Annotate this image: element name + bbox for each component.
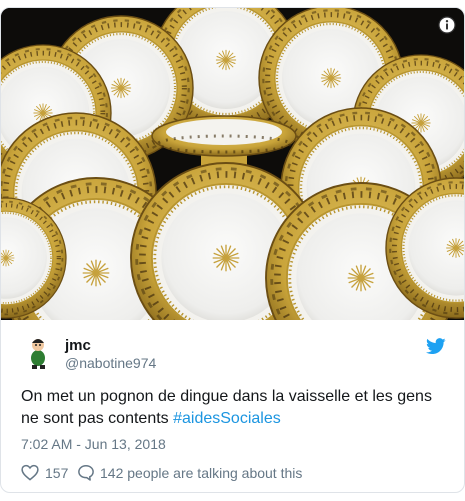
tweet-text: On met un pognon de dingue dans la vaiss… — [21, 386, 447, 430]
tweet-timestamp[interactable]: 7:02 AM - Jun 13, 2018 — [21, 436, 166, 452]
info-icon[interactable] — [438, 16, 456, 34]
tweet-author: jmc @nabotine974 — [21, 334, 446, 374]
like-count[interactable]: 157 — [45, 465, 68, 481]
speech-bubble-icon[interactable] — [77, 464, 95, 481]
author-handle[interactable]: @nabotine974 — [65, 355, 156, 371]
plates-photo-svg — [1, 8, 464, 320]
twitter-bird-icon[interactable] — [426, 338, 446, 355]
embedded-tweet-card: jmc @nabotine974 On met un pognon de din… — [0, 7, 465, 493]
avatar[interactable] — [21, 334, 57, 370]
heart-icon[interactable] — [21, 464, 39, 481]
talking-about-count[interactable]: 142 people are talking about this — [100, 465, 302, 481]
tweet-photo[interactable] — [1, 8, 464, 320]
hashtag-link[interactable]: #aidesSociales — [173, 410, 281, 427]
author-display-name[interactable]: jmc — [65, 337, 91, 354]
